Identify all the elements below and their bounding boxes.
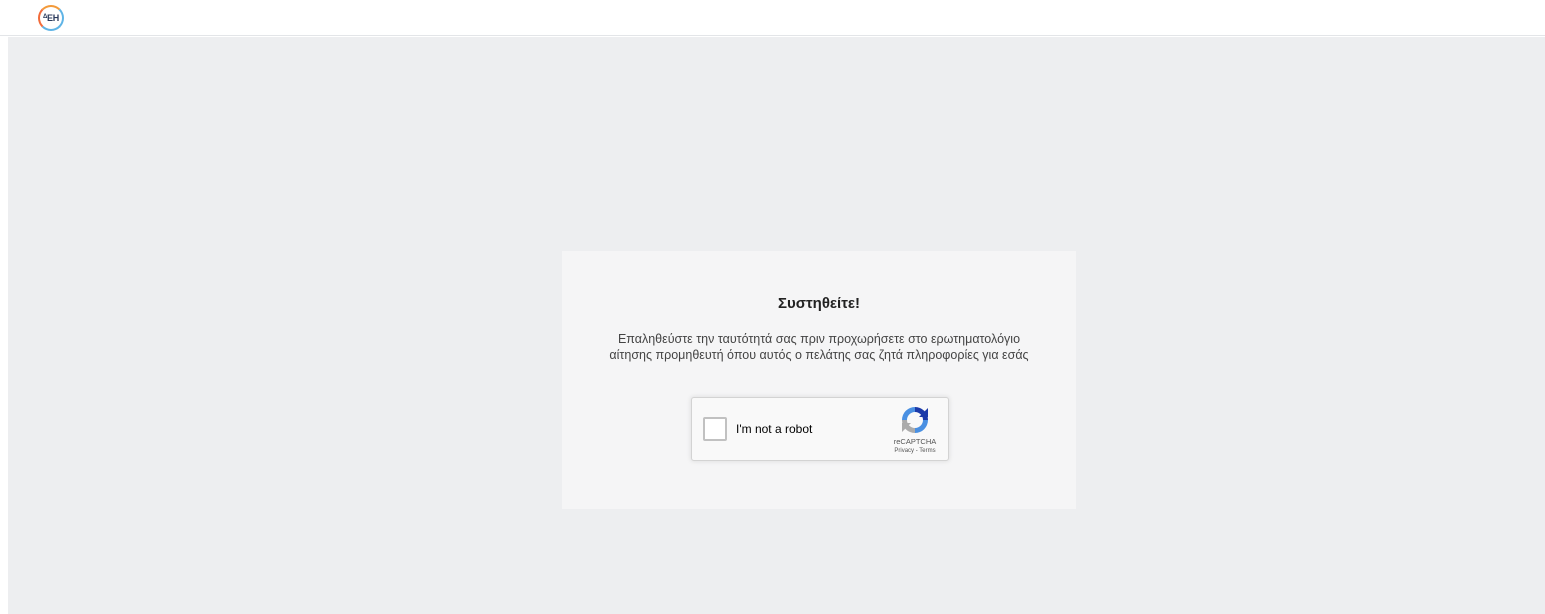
recaptcha-label: I'm not a robot xyxy=(736,422,813,436)
card-title: Συστηθείτε! xyxy=(777,295,861,312)
dei-logo[interactable]: ΔΕΗ xyxy=(38,5,64,31)
privacy-link[interactable]: Privacy xyxy=(894,448,914,454)
recaptcha-icon xyxy=(902,407,928,433)
terms-link[interactable]: Terms xyxy=(919,448,935,454)
main-content: Συστηθείτε! Επαληθεύστε την ταυτότητά σα… xyxy=(8,37,1545,614)
recaptcha-widget: I'm not a robot reCAPTCHA Privacy - Term… xyxy=(691,397,949,461)
verification-card: Συστηθείτε! Επαληθεύστε την ταυτότητά σα… xyxy=(562,251,1076,509)
top-header: ΔΕΗ xyxy=(0,0,1545,36)
logo-text: ΔΕΗ xyxy=(43,13,59,23)
recaptcha-checkbox[interactable] xyxy=(703,417,727,441)
recaptcha-links: Privacy - Terms xyxy=(882,448,948,454)
card-description: Επαληθεύστε την ταυτότητά σας πριν προχω… xyxy=(609,332,1029,362)
recaptcha-brand-text: reCAPTCHA xyxy=(893,437,937,446)
